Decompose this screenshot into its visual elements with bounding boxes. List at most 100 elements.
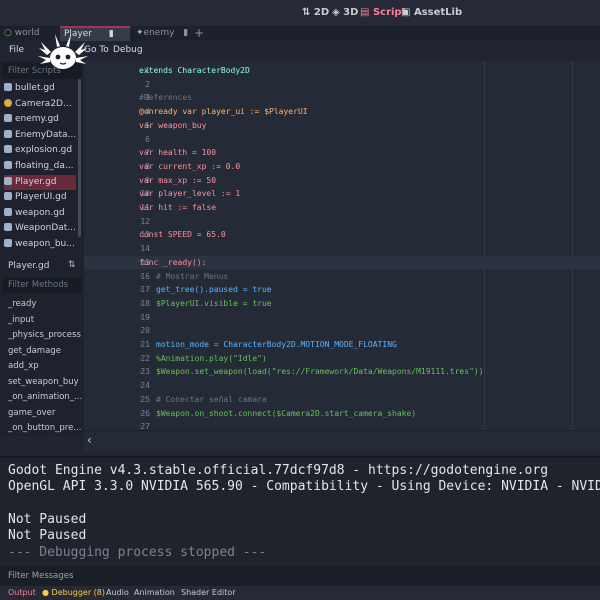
script-file-item[interactable]: bullet.gd	[4, 81, 76, 96]
code-text: $PlayerUI.visible = true	[156, 298, 272, 308]
tab-indent-marker: »	[139, 312, 144, 322]
script-file-icon	[4, 239, 12, 247]
script-file-item[interactable]: EnemyData...	[4, 128, 76, 143]
code-line: 22» %Animation.play("Idle")	[84, 352, 600, 366]
node-icon: ○	[4, 28, 12, 38]
tab-output[interactable]: Output	[8, 588, 36, 597]
script-file-icon	[4, 114, 12, 123]
script-file-item[interactable]: PlayerUI.gd	[4, 190, 76, 205]
tab-indent-marker: »	[139, 298, 144, 308]
script-file-item[interactable]: Player.gd	[4, 174, 76, 190]
code-text: %Animation.play("Idle")	[156, 353, 267, 363]
script-file-icon	[4, 161, 12, 169]
tab-indent-marker: »	[139, 408, 144, 418]
filter-methods-input[interactable]: Filter Methods	[2, 277, 82, 293]
code-line: 8 var current_xp := 0.0	[84, 160, 600, 174]
script-file-label: weapon.gd	[15, 207, 65, 218]
method-item[interactable]: get_damage	[8, 346, 61, 356]
code-line: 1 extends CharacterBody2D	[84, 64, 600, 78]
method-item[interactable]: _ready	[8, 299, 36, 309]
line-number: 12	[140, 216, 150, 226]
menu-file[interactable]: File	[9, 45, 24, 55]
code-text: $Weapon.on_shoot.connect($Camera2D.start…	[156, 408, 417, 418]
code-text: var health = 100	[139, 148, 217, 158]
script-file-icon	[4, 176, 12, 185]
script-file-icon	[4, 207, 12, 216]
scene-tab-enemy[interactable]: ✦enemy ▮	[132, 26, 190, 41]
output-line: Godot Engine v4.3.stable.official.77dcf9…	[8, 463, 549, 478]
code-text: extends CharacterBody2D	[139, 66, 250, 75]
script-file-item[interactable]: enemy.gd	[4, 112, 76, 127]
method-item[interactable]: set_weapon_buy	[8, 377, 79, 387]
add-scene-tab-button[interactable]: +	[190, 26, 206, 41]
tab-indent-marker: »	[139, 353, 144, 363]
method-item[interactable]: _on_button_pre...	[8, 423, 81, 433]
method-item[interactable]: _on_animation_...	[8, 392, 82, 402]
script-file-item[interactable]: WeaponDat...	[4, 221, 76, 236]
tab-indent-marker: »	[139, 367, 144, 377]
workspace-script-button[interactable]: ▤ Script	[360, 7, 406, 18]
character-icon: ✦	[136, 28, 144, 38]
workspace-2d-button[interactable]: ⇅ 2D	[302, 7, 329, 18]
tab-audio[interactable]: Audio	[106, 588, 129, 597]
script-file-item[interactable]: explosion.gd	[4, 143, 76, 158]
code-text: var weapon_buy	[139, 120, 207, 130]
code-line: 17» get_tree().paused = true	[84, 283, 600, 297]
workspace-assetlib-label: AssetLib	[413, 7, 463, 18]
script-menu-bar: File Go To Debug	[0, 41, 600, 61]
code-line: 15 func _ready():	[84, 255, 600, 270]
line-number: 14	[140, 244, 150, 254]
code-text: # Mostrar Menus	[156, 271, 229, 281]
script-file-label: explosion.gd	[15, 145, 73, 156]
code-line: 20»	[84, 324, 600, 338]
star-script-icon	[4, 98, 12, 107]
code-line: 24»	[84, 379, 600, 393]
tab-animation[interactable]: Animation	[134, 588, 175, 597]
filter-messages-input[interactable]: Filter Messages	[0, 566, 600, 586]
scene-tab-world-label: world	[14, 28, 40, 38]
code-text: var current_xp := 0.0	[139, 161, 241, 171]
tab-indent-marker: »	[139, 422, 144, 430]
script-file-item[interactable]: floating_da...	[4, 159, 76, 174]
method-item[interactable]: add_xp	[8, 361, 39, 371]
script-file-item[interactable]: weapon.gd	[4, 206, 76, 221]
code-line: 25» # Conectar señal camara	[84, 393, 600, 407]
godot-editor-window: ⇅ 2D ◈ 3D ▤ Script ▣ AssetLib ○ world Pl…	[0, 0, 600, 600]
method-item[interactable]: _input	[8, 315, 34, 325]
script-file-label: bullet.gd	[15, 83, 55, 93]
tab-debugger[interactable]: ● Debugger (8)	[42, 588, 105, 597]
script-file-icon	[4, 83, 12, 91]
script-file-label: weapon_bu...	[15, 239, 75, 249]
code-line: 18» $PlayerUI.visible = true	[84, 297, 600, 311]
method-item[interactable]: _physics_process	[8, 330, 81, 340]
code-line: 9 var max_xp := 50	[84, 174, 600, 188]
script-list-scrollbar[interactable]	[78, 79, 81, 237]
menu-debug[interactable]: Debug	[113, 45, 143, 55]
workspace-assetlib-button[interactable]: ▣ AssetLib	[401, 7, 462, 18]
script-icon: ▮	[183, 28, 189, 38]
method-item[interactable]: game_over	[8, 408, 55, 418]
code-line: 16» # Mostrar Menus	[84, 270, 600, 284]
output-line: --- Debugging process stopped ---	[8, 544, 267, 560]
tab-indent-marker: »	[139, 285, 144, 295]
code-line: 19»	[84, 311, 600, 325]
script-file-label: enemy.gd	[15, 114, 59, 125]
sort-icon[interactable]: ⇅	[68, 260, 76, 270]
script-file-label: Player.gd	[15, 176, 57, 187]
tab-indent-marker: »	[139, 340, 144, 349]
code-text: var max_xp := 50	[139, 175, 217, 185]
code-line: 12	[84, 215, 600, 229]
code-line: 4 @onready var player_ui := $PlayerUI	[84, 105, 600, 119]
workspace-3d-button[interactable]: ◈ 3D	[332, 7, 358, 18]
script-file-item[interactable]: Camera2D...	[4, 97, 76, 112]
tab-shader-editor[interactable]: Shader Editor	[181, 588, 236, 597]
tab-indent-marker: »	[139, 394, 144, 404]
toggle-scripts-panel-icon[interactable]: ‹	[87, 433, 92, 447]
code-line: 3 #References	[84, 91, 600, 105]
script-file-item[interactable]: weapon_bu...	[4, 237, 76, 252]
code-line: 7 var health = 100	[84, 146, 600, 160]
script-file-label: WeaponDat...	[15, 223, 76, 234]
code-editor[interactable]: 1 extends CharacterBody2D 2 3 #References 4 @o…	[84, 61, 600, 430]
code-line: 27»	[84, 420, 600, 430]
script-file-label: Camera2D...	[15, 98, 72, 109]
